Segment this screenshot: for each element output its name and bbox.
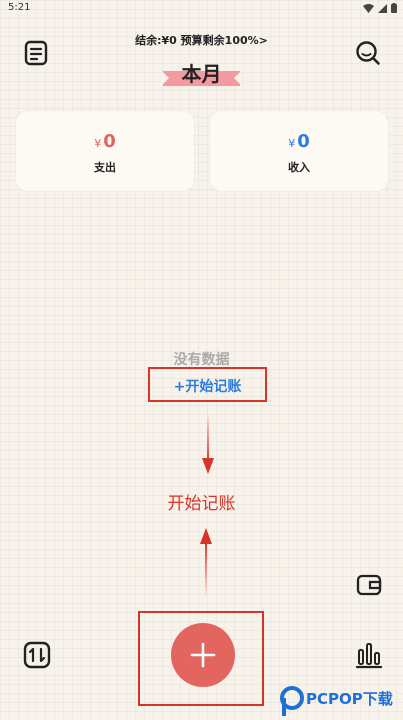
income-currency: ¥ [288, 137, 296, 150]
empty-message: 没有数据 [173, 352, 230, 368]
plus-icon [190, 642, 216, 668]
status-icons [363, 3, 397, 13]
wallet-button[interactable] [354, 570, 384, 600]
sort-button[interactable] [22, 640, 52, 670]
expense-currency: ¥ [94, 137, 102, 150]
sort-icon [23, 641, 51, 669]
income-label: 收入 [288, 161, 310, 174]
income-card[interactable]: ¥0 收入 [210, 111, 388, 191]
search-button[interactable] [354, 39, 382, 67]
wallet-icon [356, 574, 382, 596]
add-record-button[interactable] [171, 623, 235, 687]
expense-card[interactable]: ¥0 支出 [16, 111, 194, 191]
battery-icon [391, 3, 397, 13]
signal-icon [378, 3, 387, 13]
pcpop-logo-icon [280, 686, 304, 716]
expense-amount: ¥0 [16, 131, 194, 152]
income-value: 0 [297, 131, 310, 152]
expense-value: 0 [103, 131, 116, 152]
start-recording-link[interactable]: +开始记账 [150, 376, 265, 396]
income-amount: ¥0 [210, 131, 388, 152]
arrow-up-annotation [200, 528, 212, 598]
watermark-brand: PCPOP下载 [306, 690, 393, 708]
budget-summary[interactable]: 结余:¥0 预算剩余100%> [0, 32, 403, 48]
start-link-highlight: +开始记账 [148, 367, 267, 402]
wifi-icon [363, 3, 374, 13]
search-icon [356, 41, 380, 65]
annotation-label: 开始记账 [167, 494, 236, 514]
status-bar: 5:21 [0, 0, 403, 18]
statistics-button[interactable] [354, 640, 384, 670]
watermark: PCPOP下载 [278, 684, 403, 720]
status-time: 5:21 [8, 2, 31, 13]
expense-label: 支出 [94, 161, 116, 174]
arrow-down-annotation [202, 412, 214, 474]
bar-chart-icon [355, 643, 383, 669]
month-title: 本月 [181, 62, 222, 86]
month-selector[interactable]: 本月 [162, 58, 241, 88]
